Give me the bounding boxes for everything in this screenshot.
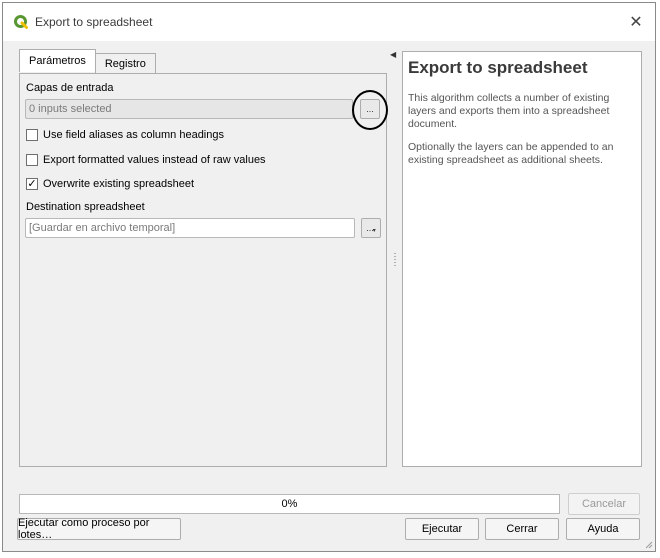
title-bar: Export to spreadsheet ✕ [3,3,655,41]
collapse-arrow-icon[interactable]: ◀ [390,50,396,59]
tab-bar: Parámetros Registro [19,49,156,73]
progress-text: 0% [281,498,298,510]
close-icon[interactable]: ✕ [625,11,647,33]
destination-field[interactable]: [Guardar en archivo temporal] [25,218,355,238]
use-aliases-checkbox-row[interactable]: Use field aliases as column headings [26,129,224,141]
cancel-button[interactable]: Cancelar [568,493,640,515]
help-paragraph-1: This algorithm collects a number of exis… [408,92,610,130]
close-button[interactable]: Cerrar [485,518,559,540]
input-layers-label: Capas de entrada [26,82,114,94]
splitter-handle[interactable] [394,253,396,267]
progress-bar: 0% [19,494,560,514]
help-paragraph-2: Optionally the layers can be appended to… [408,141,614,166]
parameters-panel: Capas de entrada 0 inputs selected ... U… [19,73,387,467]
destination-placeholder: [Guardar en archivo temporal] [29,222,176,234]
tab-registro[interactable]: Registro [94,53,156,73]
help-panel: Export to spreadsheet This algorithm col… [402,51,642,467]
chevron-down-icon: ▾ [372,227,376,234]
overwrite-checkbox-row[interactable]: ✓ Overwrite existing spreadsheet [26,178,194,190]
help-button[interactable]: Ayuda [566,518,640,540]
qgis-logo-icon [13,14,29,30]
input-layers-browse-button[interactable]: ... [360,99,380,119]
overwrite-label: Overwrite existing spreadsheet [43,178,195,190]
formatted-values-checkbox-row[interactable]: Export formatted values instead of raw v… [26,154,266,166]
run-button[interactable]: Ejecutar [405,518,479,540]
overwrite-checkbox[interactable]: ✓ [26,178,38,190]
input-layers-field[interactable]: 0 inputs selected [25,99,353,119]
dialog-window: Export to spreadsheet ✕ Parámetros Regis… [2,2,656,552]
destination-browse-button[interactable]: ... ▾ [361,218,381,238]
destination-label: Destination spreadsheet [26,201,145,213]
use-aliases-label: Use field aliases as column headings [43,129,224,141]
batch-process-button[interactable]: Ejecutar como proceso por lotes… [17,517,181,541]
tab-parametros[interactable]: Parámetros [19,49,96,72]
help-title: Export to spreadsheet [408,58,588,77]
use-aliases-checkbox[interactable] [26,129,38,141]
window-title: Export to spreadsheet [35,15,153,29]
input-layers-value: 0 inputs selected [29,103,112,115]
formatted-values-checkbox[interactable] [26,154,38,166]
resize-grip-icon[interactable] [643,539,653,549]
formatted-values-label: Export formatted values instead of raw v… [43,154,266,166]
